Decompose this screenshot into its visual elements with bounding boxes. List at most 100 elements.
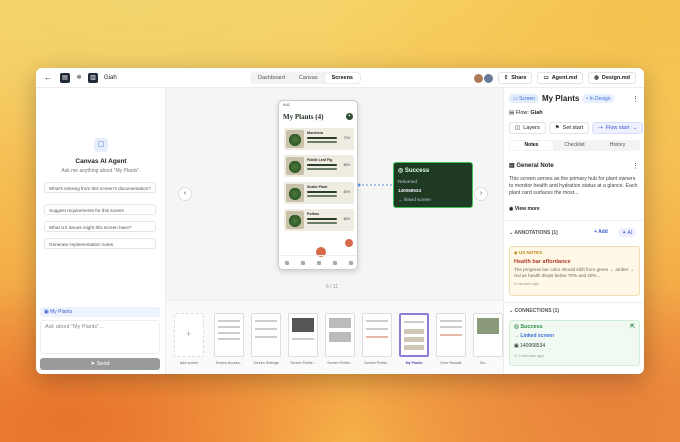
screen-thumb[interactable]: [251, 313, 281, 357]
connection-title: Success: [520, 324, 543, 330]
phone-preview[interactable]: 9:41 My Plants (4) + Monstera 72% Fiddle …: [278, 100, 358, 270]
agent-md-button[interactable]: ▭ Agent.md: [537, 72, 584, 84]
tab-notes[interactable]: Notes: [510, 141, 553, 150]
screen-thumb[interactable]: [473, 313, 503, 357]
plant-image: [286, 211, 304, 229]
context-chip[interactable]: ▣ My Plants: [40, 307, 160, 317]
share-icon: ⇪: [503, 75, 509, 81]
more-icon[interactable]: ⋮: [632, 162, 639, 170]
ai-button[interactable]: ✦ AI: [618, 228, 637, 237]
flow-start-dropdown[interactable]: ⇢ Flow start ⌄: [592, 122, 644, 134]
layers-icon: ◫: [515, 125, 521, 131]
flow-line: ▤ Flow: Giah: [509, 110, 543, 116]
plant-image: [286, 130, 304, 148]
plant-name: Pothos: [307, 212, 320, 216]
annotation-title: Health bar affordance: [514, 259, 571, 265]
phone-status: 9:41: [283, 103, 290, 107]
suggestion[interactable]: Suggest requirements for this screen: [44, 204, 156, 215]
palette-icon: ◍: [594, 75, 599, 81]
context-label: My Plants: [50, 309, 73, 315]
success-title: Success: [404, 168, 430, 174]
thumb-label: Screen Profile...: [327, 361, 353, 365]
avatar: [483, 73, 493, 83]
set-start-button[interactable]: ⚑ Set start: [548, 122, 590, 134]
flag-icon: ⚑: [554, 125, 560, 131]
next-arrow-icon[interactable]: ›: [474, 187, 488, 201]
thumb-label: Add screen: [179, 361, 199, 365]
screen-thumb[interactable]: [214, 313, 244, 357]
screen-thumb[interactable]: [362, 313, 392, 357]
screen-thumb[interactable]: [288, 313, 318, 357]
plant-image: [286, 157, 304, 175]
tab-canvas[interactable]: Canvas: [292, 73, 325, 83]
agent-panel: ▢ Canvas AI Agent Ask me anything about …: [36, 88, 166, 374]
status-label: In Design: [589, 95, 611, 102]
flow-name: Giah: [530, 110, 543, 116]
detail-tabs: Notes Checklist History: [509, 140, 640, 151]
avatar: [473, 73, 483, 83]
plant-card: Pothos 66%: [284, 209, 354, 231]
chevron-down-icon: ⌄: [632, 125, 638, 131]
share-button[interactable]: ⇪ Share: [497, 72, 533, 84]
add-screen-tile[interactable]: +: [174, 313, 204, 357]
note-text: This screen serves as the primary hub fo…: [509, 176, 638, 196]
prev-arrow-icon[interactable]: ‹: [178, 187, 192, 201]
design-md-label: Design.md: [601, 75, 630, 81]
more-icon[interactable]: ⋮: [632, 95, 639, 103]
annotation-text: The progress bar color should shift from…: [514, 267, 635, 278]
status-badge[interactable]: • In Design: [582, 94, 615, 103]
connection-link: Linked screen: [520, 333, 555, 339]
sidebar-toggle-icon[interactable]: ▤: [60, 72, 70, 83]
app-window: ← ▤ ✲ ▥ Giah Dashboard Canvas Screens ⇪ S…: [36, 68, 644, 374]
connection-line: [358, 183, 392, 187]
chat-icon: ▢: [94, 138, 108, 152]
annotations-label: ANNOTATIONS (1): [514, 230, 558, 236]
view-more-link[interactable]: ◉ View more: [509, 206, 540, 212]
screen-tag-label: Screen: [519, 95, 535, 102]
thumb-label: Screen Access...: [215, 361, 243, 365]
tab-checklist[interactable]: Checklist: [553, 141, 596, 150]
project-name: Giah: [104, 74, 117, 81]
annotation-card[interactable]: ◈ UX NOTES Health bar affordance The pro…: [509, 246, 640, 296]
file-icon: ▭: [543, 75, 549, 81]
tab-screens[interactable]: Screens: [324, 73, 360, 83]
suggestion[interactable]: Generate implementation notes: [44, 238, 156, 249]
annotation-tag: UX NOTES: [518, 250, 543, 255]
set-start-label: Set start: [562, 125, 584, 131]
screen-thumb[interactable]: [325, 313, 355, 357]
screen-thumb[interactable]: [436, 313, 466, 357]
connection-time: 5 minutes ago: [518, 353, 544, 358]
screen-thumb-selected[interactable]: [399, 313, 429, 357]
success-node[interactable]: ◎ Success Returned 140068534 → linked sc…: [393, 162, 473, 208]
flow-icon: ▤: [509, 110, 516, 116]
external-link-icon[interactable]: ⇱: [630, 324, 635, 330]
suggestion[interactable]: What's missing from this screen's docume…: [44, 182, 156, 193]
suggestion[interactable]: What UX issues might this screen have?: [44, 221, 156, 232]
thumb-label: Screen Profile...: [364, 361, 390, 365]
plant-image: [286, 184, 304, 202]
flow-start-label: Flow start: [605, 125, 630, 131]
sparkle-icon[interactable]: ✲: [74, 73, 84, 83]
plant-health: 72%: [343, 136, 350, 140]
connection-card[interactable]: ◎ Success ⇱ → Linked screen ▣ 140068534 ◷…: [509, 320, 640, 366]
top-bar: ← ▤ ✲ ▥ Giah Dashboard Canvas Screens ⇪ S…: [36, 68, 644, 88]
layers-button[interactable]: ◫ Layers: [509, 122, 546, 134]
agent-md-label: Agent.md: [551, 75, 578, 81]
canvas[interactable]: ‹ › 9:41 My Plants (4) + Monstera 72% Fid…: [166, 88, 503, 300]
tab-history[interactable]: History: [596, 141, 639, 150]
success-row: → linked screen: [398, 197, 431, 202]
details-panel: ▭ Screen My Plants • In Design ⋮ ▤ Flow:…: [503, 88, 644, 374]
tab-dashboard[interactable]: Dashboard: [251, 73, 292, 83]
add-annotation-button[interactable]: + Add: [594, 229, 608, 235]
add-plant-icon: [345, 239, 353, 247]
view-tabs: Dashboard Canvas Screens: [250, 72, 361, 84]
plus-icon: +: [186, 329, 192, 339]
panel-toggle-icon[interactable]: ▥: [88, 72, 98, 83]
ai-label: AI: [627, 229, 633, 236]
agent-subtitle: Ask me anything about "My Plants".: [61, 168, 141, 174]
back-icon[interactable]: ←: [44, 73, 52, 82]
design-md-button[interactable]: ◍ Design.md: [588, 72, 636, 84]
flow-start-icon: ⇢: [598, 125, 603, 131]
ask-input[interactable]: Ask about "My Plants"...: [40, 320, 160, 354]
send-button[interactable]: ➤ Send: [40, 358, 160, 370]
